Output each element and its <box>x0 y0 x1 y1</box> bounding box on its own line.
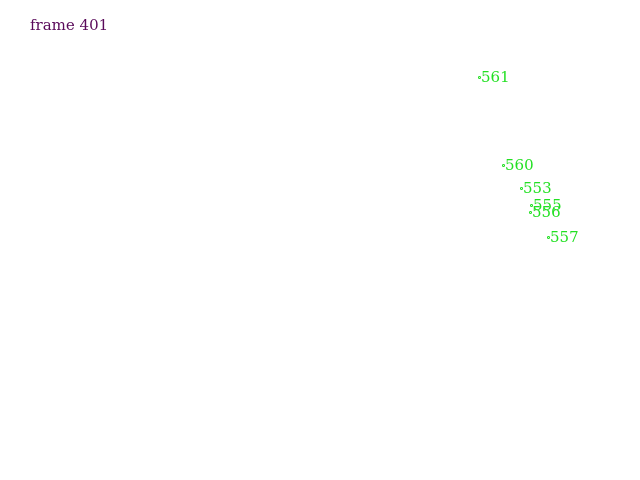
track-marker-560: 560 <box>502 158 622 178</box>
frame-canvas: frame 401 561 560 553 555 556 557 <box>0 0 640 480</box>
track-marker-label: 560 <box>505 156 534 174</box>
track-marker-561: 561 <box>478 70 598 90</box>
track-marker-label: 556 <box>532 203 561 221</box>
track-marker-556: 556 <box>529 205 640 225</box>
track-marker-label: 557 <box>550 228 579 246</box>
frame-label: frame 401 <box>30 16 109 34</box>
track-marker-label: 561 <box>481 68 510 86</box>
track-marker-557: 557 <box>547 230 640 250</box>
track-marker-label: 553 <box>523 179 552 197</box>
